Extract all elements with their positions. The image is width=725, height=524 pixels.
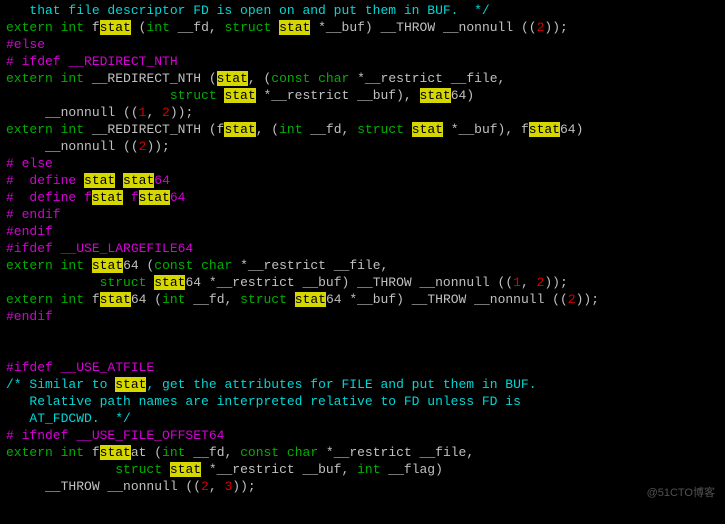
code-line: extern int fstatat (int __fd, const char… (6, 444, 719, 461)
code-line: # ifndef __USE_FILE_OFFSET64 (6, 427, 719, 444)
code-line: AT_FDCWD. */ (6, 410, 719, 427)
code-line: struct stat *__restrict __buf), stat64) (6, 87, 719, 104)
code-line: extern int fstat (int __fd, struct stat … (6, 19, 719, 36)
code-line: #endif (6, 223, 719, 240)
code-line: Relative path names are interpreted rela… (6, 393, 719, 410)
code-line: # define fstat fstat64 (6, 189, 719, 206)
code-line: # define stat stat64 (6, 172, 719, 189)
code-line: extern int fstat64 (int __fd, struct sta… (6, 291, 719, 308)
code-line: struct stat *__restrict __buf, int __fla… (6, 461, 719, 478)
code-line: # endif (6, 206, 719, 223)
code-line: __THROW __nonnull ((2, 3)); (6, 478, 719, 495)
watermark: @51CTO博客 (647, 485, 715, 502)
code-line: extern int __REDIRECT_NTH (fstat, (int _… (6, 121, 719, 138)
code-line: extern int __REDIRECT_NTH (stat, (const … (6, 70, 719, 87)
code-line (6, 325, 719, 342)
code-line: extern int stat64 (const char *__restric… (6, 257, 719, 274)
code-line: #ifdef __USE_ATFILE (6, 359, 719, 376)
code-line (6, 342, 719, 359)
code-line: # else (6, 155, 719, 172)
code-line: # ifdef __REDIRECT_NTH (6, 53, 719, 70)
code-line: that file descriptor FD is open on and p… (6, 2, 719, 19)
code-line: #else (6, 36, 719, 53)
code-line: struct stat64 *__restrict __buf) __THROW… (6, 274, 719, 291)
code-line: __nonnull ((2)); (6, 138, 719, 155)
code-line: #endif (6, 308, 719, 325)
code-line: #ifdef __USE_LARGEFILE64 (6, 240, 719, 257)
code-line: /* Similar to stat, get the attributes f… (6, 376, 719, 393)
code-line: __nonnull ((1, 2)); (6, 104, 719, 121)
